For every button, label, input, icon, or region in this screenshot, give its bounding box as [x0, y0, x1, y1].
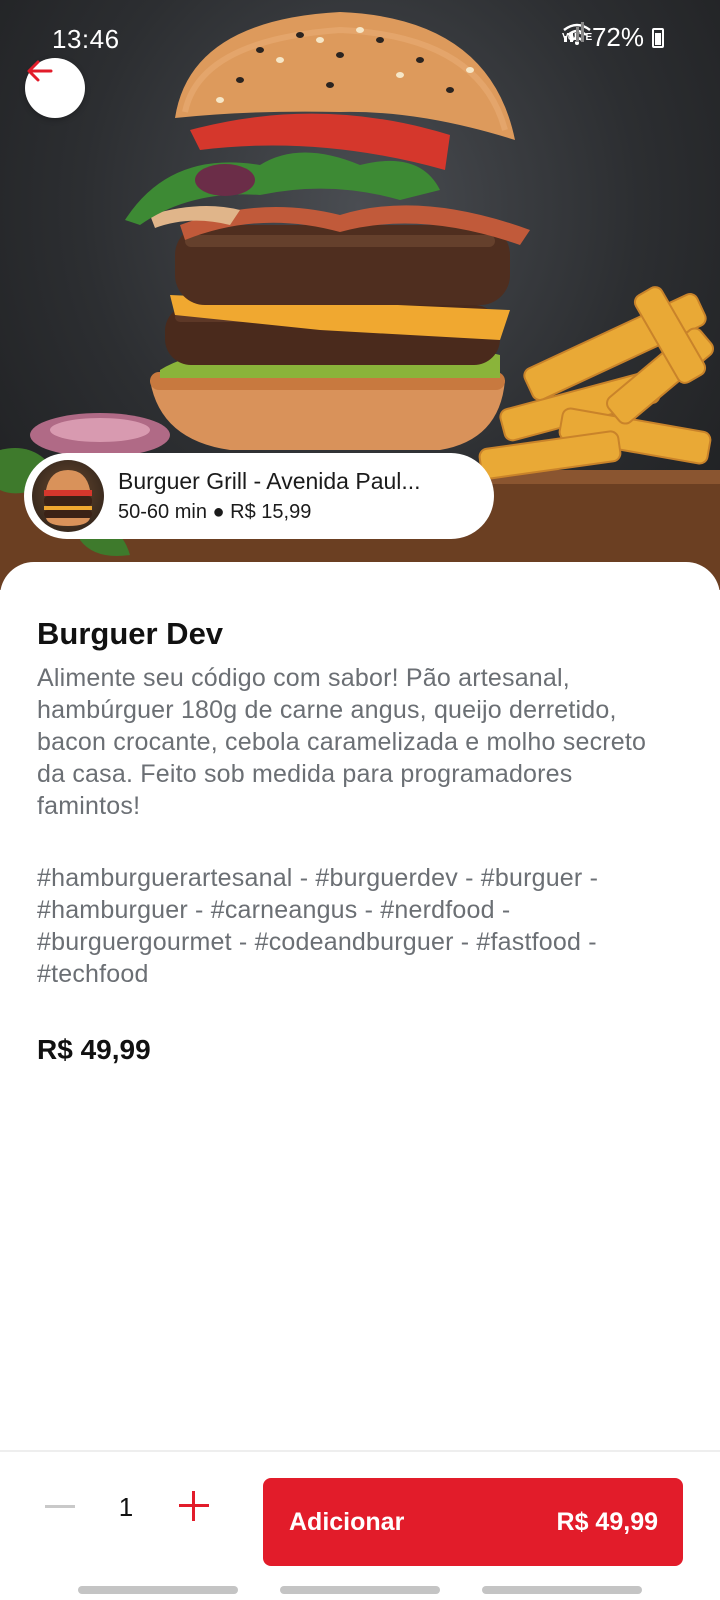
meta-separator: ●	[212, 501, 225, 523]
status-bar: 13:46 VoLTE 72%	[0, 0, 720, 80]
system-navigation-bar	[0, 1586, 720, 1596]
product-details: Burguer Dev Alimente seu código com sabo…	[0, 562, 720, 1452]
status-icons: VoLTE 72%	[562, 22, 664, 53]
product-description: Alimente seu código com sabor! Pão artes…	[37, 664, 647, 820]
cart-footer: 1 Adicionar R$ 49,99	[0, 1450, 720, 1600]
signal-icon	[563, 22, 584, 42]
product-title: Burguer Dev	[37, 616, 224, 651]
restaurant-logo-image	[44, 470, 92, 526]
battery-icon	[652, 27, 664, 48]
nav-home-button[interactable]	[280, 1586, 440, 1594]
decrease-quantity-button[interactable]	[40, 1486, 80, 1526]
back-button[interactable]	[25, 58, 85, 118]
restaurant-name: Burguer Grill - Avenida Paul...	[118, 468, 421, 494]
battery-percent: 72%	[591, 22, 644, 52]
restaurant-avatar	[32, 460, 104, 532]
nav-recent-button[interactable]	[78, 1586, 238, 1594]
restaurant-info[interactable]: Burguer Grill - Avenida Paul... 50-60 mi…	[24, 453, 494, 539]
arrow-left-icon	[27, 60, 53, 82]
product-price: R$ 49,99	[37, 1034, 151, 1065]
add-button-total: R$ 49,99	[556, 1507, 658, 1536]
product-hero-image: 13:46 VoLTE 72%	[0, 0, 720, 590]
quantity-value: 1	[118, 1492, 134, 1522]
product-hashtags: #hamburguerartesanal - #burguerdev - #bu…	[37, 864, 599, 988]
add-to-cart-button[interactable]: Adicionar R$ 49,99	[263, 1478, 683, 1566]
increase-quantity-button[interactable]	[174, 1486, 214, 1526]
add-button-label: Adicionar	[289, 1507, 405, 1536]
minus-icon	[45, 1504, 75, 1508]
delivery-time: 50-60 min	[118, 501, 207, 523]
delivery-fee: R$ 15,99	[230, 501, 312, 523]
restaurant-meta: 50-60 min ● R$ 15,99	[118, 501, 421, 524]
nav-back-button[interactable]	[482, 1586, 642, 1594]
status-time: 13:46	[52, 24, 120, 54]
